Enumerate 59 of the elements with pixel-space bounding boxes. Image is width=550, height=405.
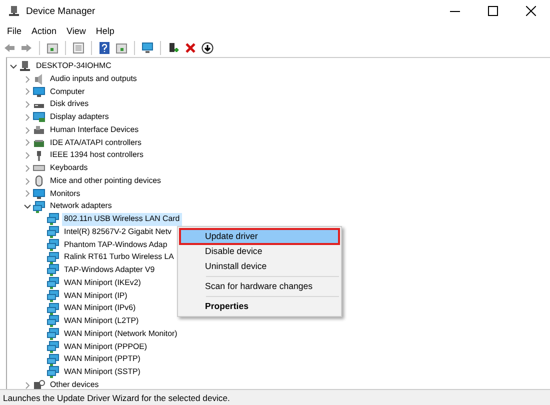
app-icon <box>8 5 20 17</box>
chevron-right-icon[interactable] <box>24 164 30 172</box>
add-device-icon[interactable] <box>167 42 180 54</box>
window-title: Device Manager <box>26 6 96 16</box>
list-window-icon[interactable] <box>72 42 85 54</box>
chevron-right-icon[interactable] <box>24 88 30 96</box>
menu-item[interactable]: Disable device <box>180 244 339 259</box>
chevron-right-icon[interactable] <box>24 382 30 389</box>
maximize-icon[interactable] <box>488 6 498 16</box>
menu-item[interactable]: Help <box>90 26 120 36</box>
delete-icon[interactable] <box>184 42 197 54</box>
monitor-icon <box>33 188 45 200</box>
chevron-right-icon[interactable] <box>24 139 30 146</box>
help-icon[interactable] <box>98 42 111 54</box>
chevron-right-icon[interactable] <box>24 178 30 185</box>
status-text: Launches the Update Driver Wizard for the selected device. <box>3 392 230 402</box>
keyboard-device-icon <box>33 124 45 136</box>
speaker-icon <box>33 73 45 86</box>
network-monitors-icon <box>33 200 45 213</box>
chevron-right-icon[interactable] <box>24 101 30 108</box>
mouse-icon <box>33 175 45 188</box>
window-icon[interactable] <box>115 42 128 54</box>
network-monitors-icon <box>47 277 59 290</box>
menu-item[interactable]: Uninstall device <box>180 259 339 274</box>
chevron-right-icon[interactable] <box>24 190 30 198</box>
properties-window-icon[interactable] <box>46 42 59 54</box>
chevron-right-icon[interactable] <box>24 126 30 134</box>
monitor-icon <box>33 86 45 98</box>
device-question-icon <box>33 379 45 389</box>
menu-item[interactable]: Scan for hardware changes <box>180 279 339 294</box>
network-monitors-icon <box>47 328 59 340</box>
forward-arrow-icon[interactable] <box>20 42 33 54</box>
network-monitors-icon <box>47 302 59 315</box>
chevron-down-icon[interactable] <box>24 203 30 210</box>
menu-item[interactable]: Action <box>26 26 62 36</box>
chevron-right-icon[interactable] <box>24 152 30 160</box>
computer-icon <box>19 60 31 72</box>
menu-item[interactable]: View <box>62 26 91 36</box>
network-monitors-icon <box>47 366 59 378</box>
network-monitors-icon <box>47 264 59 276</box>
menu-item[interactable]: File <box>2 26 27 36</box>
back-arrow-icon[interactable] <box>3 42 16 54</box>
network-monitors-icon <box>47 213 59 226</box>
network-monitors-icon <box>47 315 59 328</box>
network-monitors-icon <box>47 290 59 302</box>
download-circle-icon[interactable] <box>201 42 214 54</box>
network-monitors-icon <box>47 354 59 366</box>
network-monitors-icon <box>47 340 59 353</box>
close-icon[interactable] <box>526 6 536 16</box>
network-monitors-icon <box>47 252 59 264</box>
network-monitors-icon <box>47 238 59 251</box>
chevron-down-icon[interactable] <box>10 62 16 70</box>
menu-item[interactable]: Properties <box>180 299 339 314</box>
display-card-icon <box>33 111 45 124</box>
network-monitors-icon <box>47 226 59 238</box>
chevron-right-icon[interactable] <box>24 76 30 83</box>
menu-item[interactable]: Update driver <box>180 229 339 244</box>
chevron-right-icon[interactable] <box>24 114 30 121</box>
scan-monitor-icon[interactable] <box>141 42 154 54</box>
